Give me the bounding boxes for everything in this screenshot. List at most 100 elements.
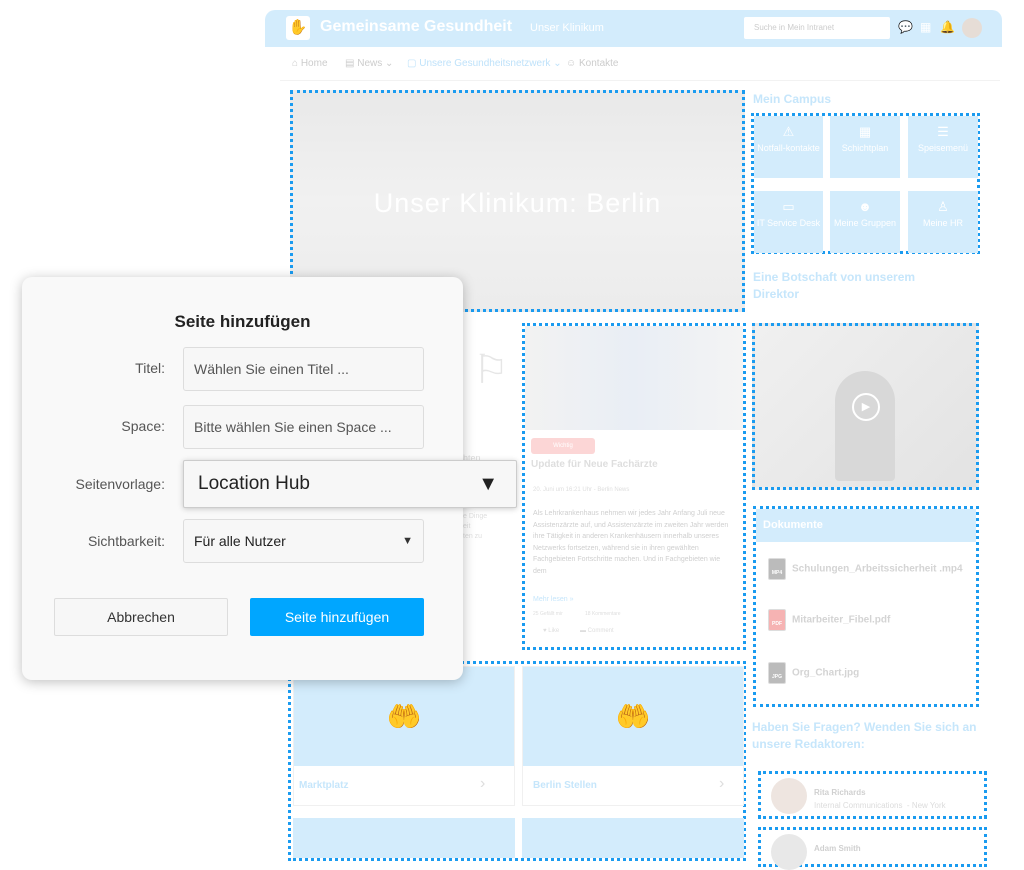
news-title[interactable]: Update für Neue Fachärzte — [531, 459, 658, 470]
comment-button[interactable]: ▬ Comment — [580, 628, 614, 634]
illustration-person: ⚐ — [473, 348, 509, 392]
nav-network[interactable]: ▢ Unsere Gesundheitsnetzwerk ⌄ — [407, 58, 562, 69]
divider — [280, 80, 1000, 81]
editor-avatar — [771, 834, 807, 870]
dialog-title: Seite hinzufügen — [174, 312, 311, 331]
editor-name: Adam Smith — [814, 844, 861, 853]
document-item[interactable]: PDF Mitarbeiter_Fibel.pdf — [768, 609, 890, 631]
logo-hands-icon[interactable]: ✋ — [286, 16, 310, 40]
document-name: Schulungen_Arbeitssicherheit .mp4 — [792, 563, 963, 575]
hero-title: Unser Klinikum: Berlin — [373, 188, 662, 218]
read-more-link[interactable]: Mehr lesen » — [533, 596, 573, 603]
editor-role: Internal Communications - New York — [814, 801, 946, 810]
news-badge: Wichtig — [531, 438, 595, 454]
comments-count: 18 Kommentare — [585, 611, 621, 617]
card-text: ten zu — [463, 533, 483, 540]
tile-notfall[interactable]: ⚠ Notfall-kontakte — [754, 116, 823, 178]
tile[interactable] — [293, 818, 515, 858]
space-label: Space: — [121, 418, 165, 434]
visibility-value: Für alle Nutzer — [194, 533, 286, 549]
template-label: Seitenvorlage: — [75, 476, 165, 492]
tile-label: Notfall-kontakte — [757, 143, 820, 153]
tile-label: Marktplatz — [299, 780, 349, 791]
nav-label: Unsere Gesundheitsnetzwerk — [419, 58, 551, 69]
editor-name: Rita Richards — [814, 788, 866, 797]
tile-it-service[interactable]: ▭ IT Service Desk — [754, 191, 823, 253]
documents-title: Dokumente — [756, 509, 976, 542]
person-icon: ♙ — [937, 199, 949, 214]
tile-hr[interactable]: ♙ Meine HR — [908, 191, 978, 253]
tile-gruppen[interactable]: ☻ Meine Gruppen — [830, 191, 900, 253]
hands-icon: 🤲 — [294, 667, 514, 766]
news-meta: 20. Juni um 16:21 Uhr - Berlin News — [533, 487, 630, 493]
nav-label: News — [357, 58, 383, 69]
tile[interactable] — [522, 818, 744, 858]
director-video[interactable]: ▶ — [752, 323, 979, 490]
tile-schichtplan[interactable]: ▦ Schichtplan — [830, 116, 900, 178]
group-icon: ☻ — [858, 199, 872, 214]
tile-label: Meine Gruppen — [833, 218, 897, 228]
space-select[interactable]: Bitte wählen Sie einen Space ... — [183, 405, 424, 449]
likes-count: 25 Gefällt mir — [533, 611, 563, 617]
director-title: Eine Botschaft von unserem Direktor — [753, 270, 916, 301]
hands-icon: 🤲 — [523, 667, 743, 766]
director-figure — [835, 371, 895, 481]
brand-subtitle: Unser Klinikum — [530, 22, 604, 34]
nav-label: Kontakte — [579, 58, 619, 69]
news-card[interactable]: Wichtig Update für Neue Fachärzte 20. Ju… — [522, 323, 746, 650]
document-item[interactable]: MP4 Schulungen_Arbeitssicherheit .mp4 — [768, 558, 963, 580]
tile-label: Berlin Stellen — [533, 780, 597, 791]
play-icon[interactable]: ▶ — [852, 393, 880, 421]
tile-label: Schichtplan — [841, 143, 889, 153]
visibility-select[interactable]: Für alle Nutzer ▼ — [183, 519, 424, 563]
bell-icon[interactable]: 🔔 — [940, 20, 955, 34]
burger-icon: ☰ — [937, 124, 949, 139]
editors-title: Haben Sie Fragen? Wenden Sie sich an uns… — [752, 720, 977, 751]
editor-card[interactable]: Adam Smith — [758, 827, 987, 870]
tile-speisemenu[interactable]: ☰ Speisemenü — [908, 116, 978, 178]
news-image — [525, 326, 743, 430]
search-input[interactable]: Suche in Mein Intranet — [744, 17, 890, 39]
dropdown-arrow-icon: ▼ — [478, 473, 498, 495]
document-item[interactable]: JPG Org_Chart.jpg — [768, 662, 859, 684]
avatar[interactable] — [962, 18, 982, 38]
tile-label: IT Service Desk — [756, 218, 821, 228]
card-text: eit — [463, 523, 471, 530]
like-button[interactable]: ♥ Like — [543, 628, 559, 634]
document-name: Mitarbeiter_Fibel.pdf — [792, 614, 891, 626]
nav-contacts[interactable]: ☺ Kontakte — [566, 58, 618, 69]
title-input[interactable]: Wählen Sie einen Titel ... — [183, 347, 424, 391]
monitor-icon: ▭ — [782, 199, 795, 214]
template-select[interactable]: Location Hub ▼ — [183, 460, 517, 508]
tile-berlin-stellen[interactable]: 🤲 Berlin Stellen › — [522, 666, 744, 806]
tile-marktplatz[interactable]: 🤲 Marktplatz › — [293, 666, 515, 806]
pdf-file-icon: PDF — [768, 609, 786, 631]
card-text: e Dinge — [463, 513, 488, 520]
nav-home[interactable]: ⌂ Home — [292, 58, 328, 69]
editor-avatar — [771, 778, 807, 814]
dropdown-arrow-icon: ▼ — [402, 535, 413, 547]
chevron-right-icon: › — [480, 775, 486, 792]
news-body: Als Lehrkrankenhaus nehmen wir jedes Jah… — [533, 510, 729, 575]
mp4-file-icon: MP4 — [768, 558, 786, 580]
nav-label: Home — [300, 58, 328, 69]
editor-card[interactable]: Rita Richards Internal Communications - … — [758, 771, 987, 819]
visibility-label: Sichtbarkeit: — [87, 533, 165, 549]
brand-name: Gemeinsame Gesundheit — [320, 18, 513, 35]
tile-label: Speisemenü — [917, 143, 969, 153]
jpg-file-icon: JPG — [768, 662, 786, 684]
apps-grid-icon[interactable]: ▦ — [920, 20, 931, 34]
add-page-button[interactable]: Seite hinzufügen — [250, 598, 424, 636]
warning-icon: ⚠ — [782, 124, 795, 139]
template-value: Location Hub — [198, 473, 310, 494]
document-name: Org_Chart.jpg — [792, 667, 860, 679]
chevron-right-icon: › — [719, 775, 725, 792]
nav-news[interactable]: ▤ News ⌄ — [345, 58, 393, 69]
cancel-button[interactable]: Abbrechen — [54, 598, 228, 636]
calendar-icon: ▦ — [858, 124, 872, 139]
comment-label: Comment — [587, 628, 614, 634]
chat-icon[interactable]: 💬 — [898, 20, 913, 34]
tile-label: Meine HR — [922, 218, 963, 228]
like-label: Like — [548, 628, 560, 634]
title-label: Titel: — [135, 360, 165, 376]
